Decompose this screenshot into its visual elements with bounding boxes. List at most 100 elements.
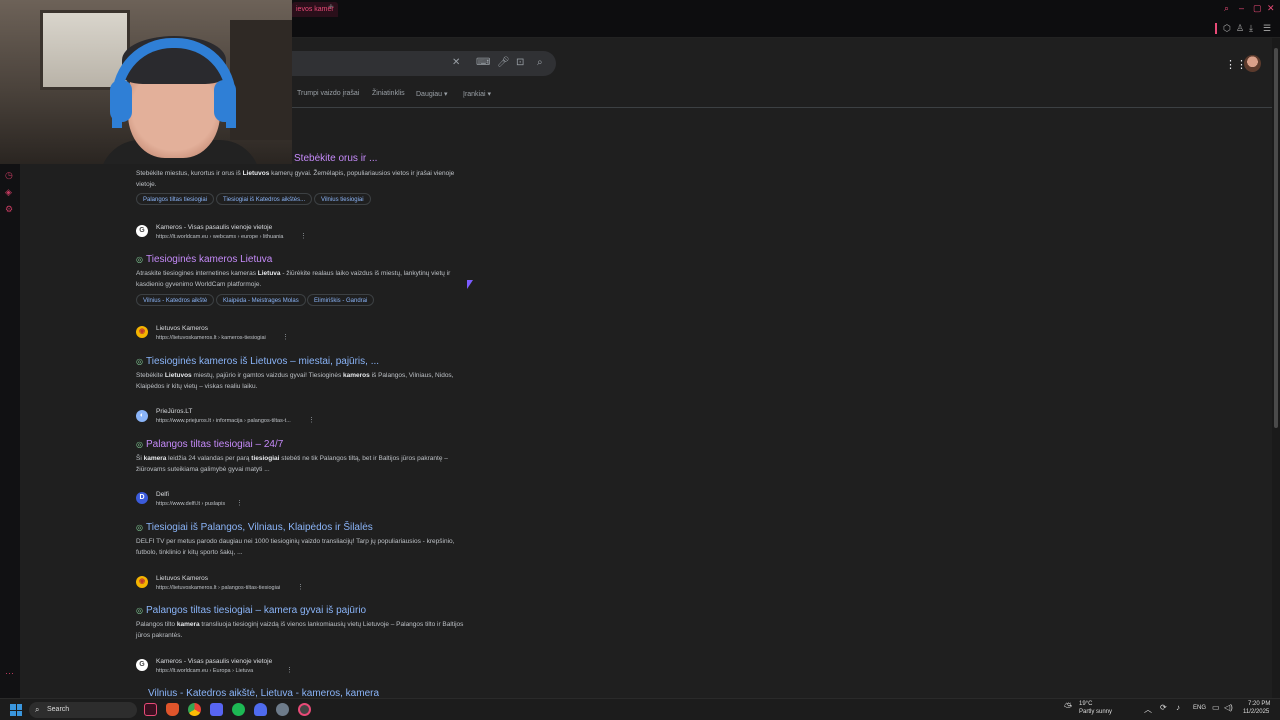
brave-app-icon[interactable] bbox=[166, 703, 179, 716]
chip[interactable]: Vilnius tiesiogiai bbox=[314, 193, 371, 205]
more-options-icon[interactable]: ⋮ bbox=[300, 232, 307, 240]
delfi-favicon: D bbox=[136, 492, 148, 504]
result-snippet: Atraskite tiesiogines internetines kamer… bbox=[136, 270, 451, 288]
new-tab-button[interactable]: + bbox=[328, 2, 334, 13]
opera-app-icon[interactable] bbox=[144, 703, 157, 716]
search-icon: ⌕ bbox=[35, 705, 40, 714]
clock-date[interactable]: 11/2/2025 bbox=[1243, 709, 1269, 715]
tab-tools[interactable]: Įrankiai ▾ bbox=[463, 90, 491, 98]
sidebar-history-icon[interactable]: ◷ bbox=[5, 170, 13, 181]
worldcam-favicon: G bbox=[136, 659, 148, 671]
microphone-icon[interactable]: 🎤︎ bbox=[497, 57, 510, 68]
verified-icon: ◎ bbox=[136, 440, 143, 449]
result-title[interactable]: ◎ Tiesioginės kameros iš Lietuvos – miest… bbox=[136, 356, 379, 367]
result-title[interactable]: ◎ Tiesioginės kameros Lietuva bbox=[136, 254, 272, 265]
site-url: https://lietuvoskameros.lt › palangos-ti… bbox=[156, 585, 281, 591]
site-url: https://www.delfi.lt › puslapis bbox=[156, 501, 226, 507]
mouse-cursor bbox=[467, 280, 473, 289]
page-scrollbar[interactable] bbox=[1272, 38, 1280, 698]
site-name: Kameros - Visas pasaulis vienoje vietoje bbox=[156, 658, 273, 665]
site-name: Kameros - Visas pasaulis vienoje vietoje bbox=[156, 224, 273, 231]
close-icon[interactable]: ✕ bbox=[1267, 3, 1275, 14]
more-options-icon[interactable]: ⋮ bbox=[286, 666, 293, 674]
menu-icon[interactable]: ☰ bbox=[1263, 23, 1271, 34]
headset-earcup-left bbox=[110, 80, 132, 122]
more-options-icon[interactable]: ⋮ bbox=[308, 416, 315, 424]
more-options-icon[interactable]: ⋮ bbox=[282, 333, 289, 341]
priejuros-favicon: ◐ bbox=[136, 410, 148, 422]
verified-icon: ◎ bbox=[136, 255, 143, 264]
result-title[interactable]: Stebėkite orus ir ... bbox=[294, 153, 377, 164]
worldcam-favicon: G bbox=[136, 225, 148, 237]
result-title[interactable]: Vilnius - Katedros aikštė, Lietuva - kam… bbox=[148, 688, 379, 698]
obs-app-icon[interactable] bbox=[298, 703, 311, 716]
avatar[interactable] bbox=[1244, 55, 1261, 72]
tab-web[interactable]: Žiniatinklis bbox=[372, 90, 405, 97]
weather-desc[interactable]: Partly sunny bbox=[1079, 709, 1112, 715]
search-icon[interactable]: ⌕ bbox=[537, 57, 543, 68]
sidebar-more-icon[interactable]: ⋯ bbox=[5, 668, 14, 679]
clock-time[interactable]: 7:20 PM bbox=[1248, 701, 1270, 707]
verified-icon: ◎ bbox=[136, 357, 143, 366]
spotify-app-icon[interactable] bbox=[232, 703, 245, 716]
tab-shorts[interactable]: Trumpi vaizdo įrašai bbox=[297, 90, 359, 97]
maximize-icon[interactable]: ▢ bbox=[1253, 3, 1262, 14]
verified-icon: ◎ bbox=[136, 523, 143, 532]
profile-icon[interactable]: ♙ bbox=[1236, 23, 1244, 34]
weather-temp[interactable]: 19°C bbox=[1079, 701, 1092, 707]
settings-app-icon[interactable] bbox=[276, 703, 289, 716]
result-snippet: Ši kamera leidžia 24 valandas per parą t… bbox=[136, 455, 448, 473]
site-url: https://lt.worldcam.eu › Europa › Lietuv… bbox=[156, 668, 254, 674]
result-snippet: Stebėkite Lietuvos miestų, pajūrio ir ga… bbox=[136, 372, 454, 390]
windows-start-icon[interactable] bbox=[10, 704, 22, 716]
mic-icon[interactable]: ♪ bbox=[1176, 703, 1180, 712]
more-options-icon[interactable]: ⋮ bbox=[236, 499, 243, 507]
site-url: https://lietuvoskameros.lt › kameros-tie… bbox=[156, 335, 266, 341]
tray-chevron-icon[interactable]: ︿ bbox=[1144, 704, 1152, 715]
chrome-app-icon[interactable] bbox=[188, 703, 201, 716]
verified-icon: ◎ bbox=[136, 606, 143, 615]
result-title[interactable]: ◎ Tiesiogiai iš Palangos, Vilniaus, Klaip… bbox=[136, 522, 373, 533]
site-name: PrieJūros.LT bbox=[156, 408, 193, 415]
result-title[interactable]: ◎ Palangos tiltas tiesiogiai – kamera gyv… bbox=[136, 605, 366, 616]
toolbar-divider bbox=[1215, 23, 1217, 34]
result-snippet: Stebėkite miestus, kurortus ir orus iš L… bbox=[136, 170, 455, 188]
scroll-thumb[interactable] bbox=[1274, 48, 1278, 428]
network-icon[interactable]: ▭ bbox=[1212, 703, 1220, 712]
more-options-icon[interactable]: ⋮ bbox=[297, 583, 304, 591]
app-icon[interactable] bbox=[254, 703, 267, 716]
tab-more[interactable]: Daugiau ▾ bbox=[416, 90, 448, 98]
taskbar-search[interactable]: ⌕ Search bbox=[29, 702, 137, 718]
chip[interactable]: Klaipėda - Meistrages Molas bbox=[216, 294, 306, 306]
chip[interactable]: Tiesiogiai iš Katedros aikštės... bbox=[216, 193, 313, 205]
search-icon[interactable]: ⌕ bbox=[1224, 3, 1229, 14]
minimize-icon[interactable]: – bbox=[1239, 3, 1244, 13]
download-icon[interactable]: ⤓ bbox=[1249, 23, 1253, 34]
chip[interactable]: Palangos tiltas tiesiogiai bbox=[136, 193, 215, 205]
webcam-overlay bbox=[0, 0, 292, 164]
site-url: https://lt.worldcam.eu › webcams › europ… bbox=[156, 234, 284, 240]
result-snippet: Palangos tilto kamera transliuoja tiesio… bbox=[136, 621, 464, 639]
lens-icon[interactable]: ⊡ bbox=[516, 57, 524, 68]
sidebar-bag-icon[interactable]: ◈ bbox=[5, 187, 12, 198]
keyboard-icon[interactable]: ⌨ bbox=[476, 57, 490, 68]
chip[interactable]: Vilnius - Katedros aikštė bbox=[136, 294, 215, 306]
site-name: Lietuvos Kameros bbox=[156, 575, 209, 582]
discord-app-icon[interactable] bbox=[210, 703, 223, 716]
search-input[interactable]: ✕ ⌨ 🎤︎ ⊡ ⌕ bbox=[292, 51, 556, 76]
sidebar-settings-icon[interactable]: ⚙ bbox=[5, 204, 13, 215]
result-snippet: DELFI TV per metus parodo daugiau nei 10… bbox=[136, 538, 455, 556]
result-title[interactable]: ◎ Palangos tiltas tiesiogiai – 24/7 bbox=[136, 439, 283, 450]
clear-icon[interactable]: ✕ bbox=[452, 57, 460, 68]
taskbar: ⌕ Search ⛅︎ 19°C Partly sunny ︿ ⟳ ♪ ENG ▭… bbox=[0, 698, 1280, 720]
language-indicator[interactable]: ENG bbox=[1193, 705, 1206, 711]
extension-icon[interactable]: ⬡ bbox=[1223, 23, 1231, 34]
volume-icon[interactable]: ◁) bbox=[1224, 703, 1233, 712]
sync-icon[interactable]: ⟳ bbox=[1160, 703, 1167, 712]
lietuvoskameros-favicon: ◉ bbox=[136, 576, 148, 588]
weather-icon: ⛅︎ bbox=[1064, 702, 1072, 713]
chip[interactable]: Elimiriškis - Gandrai bbox=[307, 294, 375, 306]
site-name: Delfi bbox=[156, 491, 170, 498]
webcam-background-shelf bbox=[230, 20, 292, 140]
headset-earcup-right bbox=[214, 80, 236, 122]
